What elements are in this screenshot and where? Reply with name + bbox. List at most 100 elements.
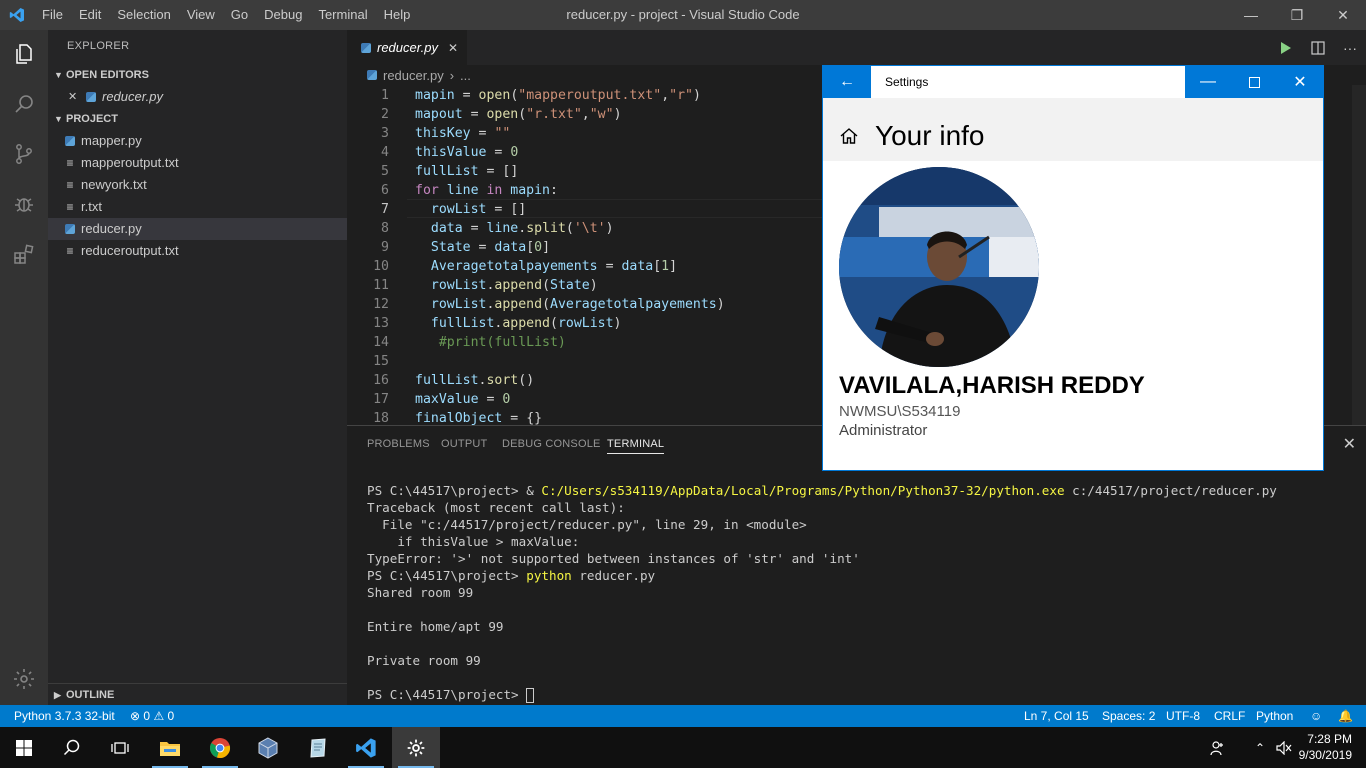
back-arrow-icon[interactable]: ← xyxy=(823,66,871,98)
menu-go[interactable]: Go xyxy=(223,0,256,30)
close-icon[interactable]: ✕ xyxy=(1277,66,1323,98)
tab-problems[interactable]: PROBLEMS xyxy=(367,438,430,450)
home-icon[interactable] xyxy=(839,126,859,151)
tab-terminal[interactable]: TERMINAL xyxy=(607,438,665,454)
menu-help[interactable]: Help xyxy=(376,0,419,30)
error-icon: ⊗ xyxy=(130,709,141,723)
feedback-smiley-icon[interactable]: ☺ xyxy=(1310,705,1322,727)
vscode-icon[interactable] xyxy=(342,727,390,768)
minimize-icon[interactable]: — xyxy=(1228,0,1274,30)
close-tab-icon[interactable]: ✕ xyxy=(448,41,458,55)
chrome-icon[interactable] xyxy=(196,727,244,768)
open-editor-label: reducer.py xyxy=(102,89,163,104)
tree-item-reducer-py[interactable]: reducer.py xyxy=(48,218,347,240)
open-editor-item[interactable]: ✕ reducer.py xyxy=(48,86,347,108)
editor-scrollbar[interactable] xyxy=(1352,85,1366,425)
tree-item-r-txt[interactable]: ≡ r.txt xyxy=(48,196,347,218)
line-ending[interactable]: CRLF xyxy=(1214,705,1245,727)
start-icon[interactable] xyxy=(0,727,48,768)
line-number: 5 xyxy=(381,164,389,179)
tab-output[interactable]: OUTPUT xyxy=(441,438,487,450)
line-number: 15 xyxy=(373,354,389,369)
notepad-icon[interactable] xyxy=(294,727,342,768)
code-text: thisKey = "" xyxy=(415,126,511,141)
close-panel-icon[interactable]: ✕ xyxy=(1343,434,1356,453)
status-bar: Python 3.7.3 32-bit ⊗ 0 ⚠ 0 Ln 7, Col 15… xyxy=(0,705,1366,727)
code-text: mapin = open("mapperoutput.txt","r") xyxy=(415,88,701,103)
search-icon[interactable] xyxy=(0,80,48,128)
tree-item-label: mapper.py xyxy=(81,133,142,148)
manage-gear-icon[interactable] xyxy=(0,655,48,703)
terminal-line: if thisValue > maxValue: xyxy=(367,534,580,549)
sidebar-title: EXPLORER xyxy=(67,40,130,52)
notifications-bell-icon[interactable]: 🔔 xyxy=(1338,705,1353,727)
code-text: rowList.append(State) xyxy=(415,278,598,293)
system-clock[interactable]: 7:28 PM 9/30/2019 xyxy=(1299,731,1352,763)
project-header[interactable]: ▼ PROJECT xyxy=(48,108,347,130)
language-mode[interactable]: Python xyxy=(1256,705,1293,727)
volume-muted-icon[interactable] xyxy=(1272,727,1296,768)
menu-debug[interactable]: Debug xyxy=(256,0,310,30)
explorer-icon[interactable] xyxy=(0,30,48,78)
debug-icon[interactable] xyxy=(0,180,48,228)
menu-view[interactable]: View xyxy=(179,0,223,30)
line-number: 18 xyxy=(373,411,389,425)
code-text: rowList = [] xyxy=(415,202,527,217)
file-explorer-icon[interactable] xyxy=(146,727,194,768)
tree-item-newyork-txt[interactable]: ≡ newyork.txt xyxy=(48,174,347,196)
task-view-icon[interactable] xyxy=(96,727,144,768)
line-number: 1 xyxy=(381,88,389,103)
user-avatar[interactable] xyxy=(839,167,1039,367)
tab-debug-console[interactable]: DEBUG CONSOLE xyxy=(502,438,601,450)
menu-terminal[interactable]: Terminal xyxy=(310,0,375,30)
people-icon[interactable] xyxy=(1200,727,1236,768)
vscode-logo-icon[interactable] xyxy=(0,0,34,30)
restore-icon[interactable]: ❐ xyxy=(1274,0,1320,30)
tree-item-reduceroutput-txt[interactable]: ≡ reduceroutput.txt xyxy=(48,240,347,262)
source-control-icon[interactable] xyxy=(0,130,48,178)
settings-icon[interactable] xyxy=(392,727,440,768)
line-number: 9 xyxy=(381,240,389,255)
tree-item-mapper-py[interactable]: mapper.py xyxy=(48,130,347,152)
breadcrumb-more[interactable]: ... xyxy=(460,68,471,83)
close-icon[interactable]: ✕ xyxy=(1320,0,1366,30)
minimize-icon[interactable]: — xyxy=(1185,66,1231,98)
terminal-exe: C:/Users/s534119/AppData/Local/Programs/… xyxy=(541,483,1065,498)
terminal-line: TypeError: '>' not supported between ins… xyxy=(367,551,860,566)
line-number: 7 xyxy=(381,202,389,217)
line-number: 14 xyxy=(373,335,389,350)
encoding[interactable]: UTF-8 xyxy=(1166,705,1200,727)
tree-item-mapperoutput-txt[interactable]: ≡ mapperoutput.txt xyxy=(48,152,347,174)
cursor-position[interactable]: Ln 7, Col 15 xyxy=(1024,705,1089,727)
split-editor-icon[interactable] xyxy=(1302,30,1334,65)
outline-header[interactable]: ▶ OUTLINE xyxy=(48,683,347,705)
search-icon[interactable] xyxy=(48,727,96,768)
tab-reducer-py[interactable]: reducer.py ✕ xyxy=(347,30,467,65)
menu-file[interactable]: File xyxy=(34,0,71,30)
indentation[interactable]: Spaces: 2 xyxy=(1102,705,1155,727)
terminal-line: Traceback (most recent call last): xyxy=(367,500,625,515)
maximize-icon[interactable] xyxy=(1231,66,1277,98)
code-text: Averagetotalpayements = data[1] xyxy=(415,259,678,274)
python-file-icon xyxy=(65,224,75,234)
open-editors-header[interactable]: ▼ OPEN EDITORS xyxy=(48,64,347,86)
show-hidden-icons-icon[interactable]: ⌃ xyxy=(1248,727,1272,768)
windows-taskbar: ⌃ 7:28 PM 9/30/2019 xyxy=(0,727,1366,768)
terminal-line: Entire home/apt 99 xyxy=(367,619,504,634)
python-file-icon xyxy=(361,42,371,53)
breadcrumb-file[interactable]: reducer.py xyxy=(383,68,444,83)
python-interpreter[interactable]: Python 3.7.3 32-bit xyxy=(14,705,115,727)
run-icon[interactable] xyxy=(1270,30,1302,65)
menu-selection[interactable]: Selection xyxy=(109,0,178,30)
code-text: mapout = open("r.txt","w") xyxy=(415,107,622,122)
virtualbox-icon[interactable] xyxy=(244,727,292,768)
close-editor-icon[interactable]: ✕ xyxy=(68,86,86,108)
terminal-input-line[interactable]: PS C:\44517\project> xyxy=(367,686,535,703)
code-text: fullList = [] xyxy=(415,164,519,179)
problems-indicator[interactable]: ⊗ 0 ⚠ 0 xyxy=(130,705,174,727)
tree-item-label: reduceroutput.txt xyxy=(81,243,179,258)
more-actions-icon[interactable]: ··· xyxy=(1334,30,1366,65)
user-account: NWMSU\S534119 xyxy=(839,403,961,420)
menu-edit[interactable]: Edit xyxy=(71,0,109,30)
extensions-icon[interactable] xyxy=(0,230,48,278)
